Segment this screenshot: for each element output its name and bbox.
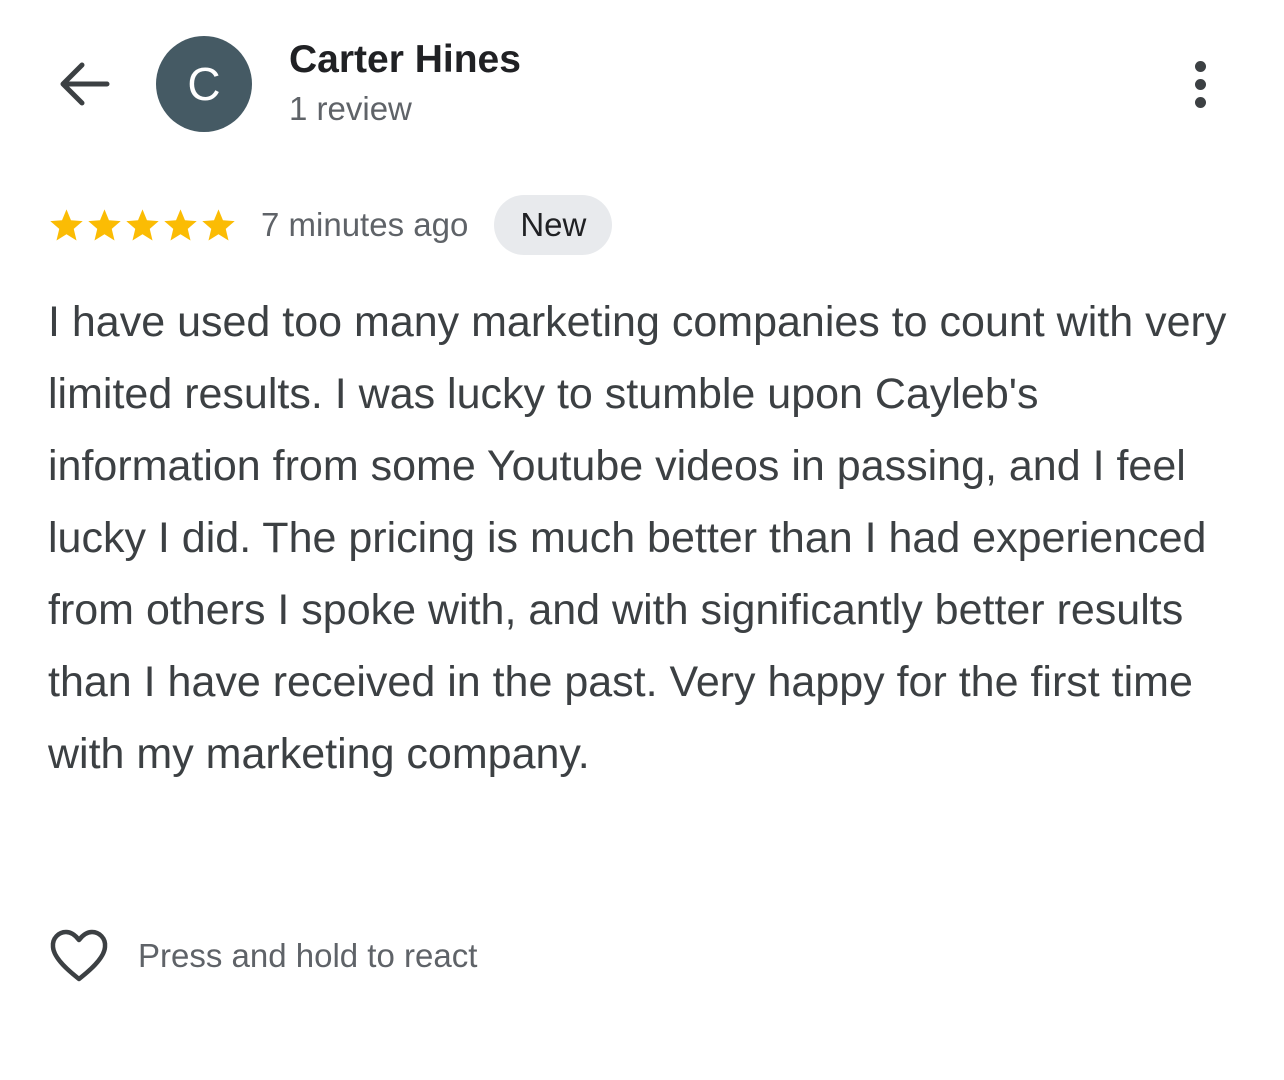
heart-outline-icon bbox=[50, 929, 108, 982]
back-button[interactable] bbox=[52, 54, 116, 114]
star-icon bbox=[50, 208, 83, 240]
more-vert-icon bbox=[1194, 60, 1206, 72]
star-rating bbox=[48, 207, 237, 244]
star-icon bbox=[126, 208, 159, 240]
review-meta: 7 minutes ago New bbox=[48, 195, 613, 255]
review-text: I have used too many marketing companies… bbox=[48, 298, 1227, 778]
avatar[interactable]: C bbox=[156, 36, 252, 132]
arrow-back-icon bbox=[60, 62, 110, 106]
react-button[interactable] bbox=[48, 927, 110, 985]
star-icon bbox=[88, 208, 121, 240]
new-badge: New bbox=[494, 195, 613, 255]
react-row: Press and hold to react bbox=[48, 926, 477, 986]
react-hint: Press and hold to react bbox=[138, 937, 478, 974]
review-count: 1 review bbox=[289, 90, 412, 127]
star-icon bbox=[164, 208, 197, 240]
star-icon bbox=[202, 208, 235, 240]
author-name[interactable]: Carter Hines bbox=[289, 38, 521, 82]
review-time: 7 minutes ago bbox=[261, 206, 469, 243]
avatar-letter: C bbox=[187, 58, 221, 110]
more-options-button[interactable] bbox=[1176, 52, 1224, 116]
